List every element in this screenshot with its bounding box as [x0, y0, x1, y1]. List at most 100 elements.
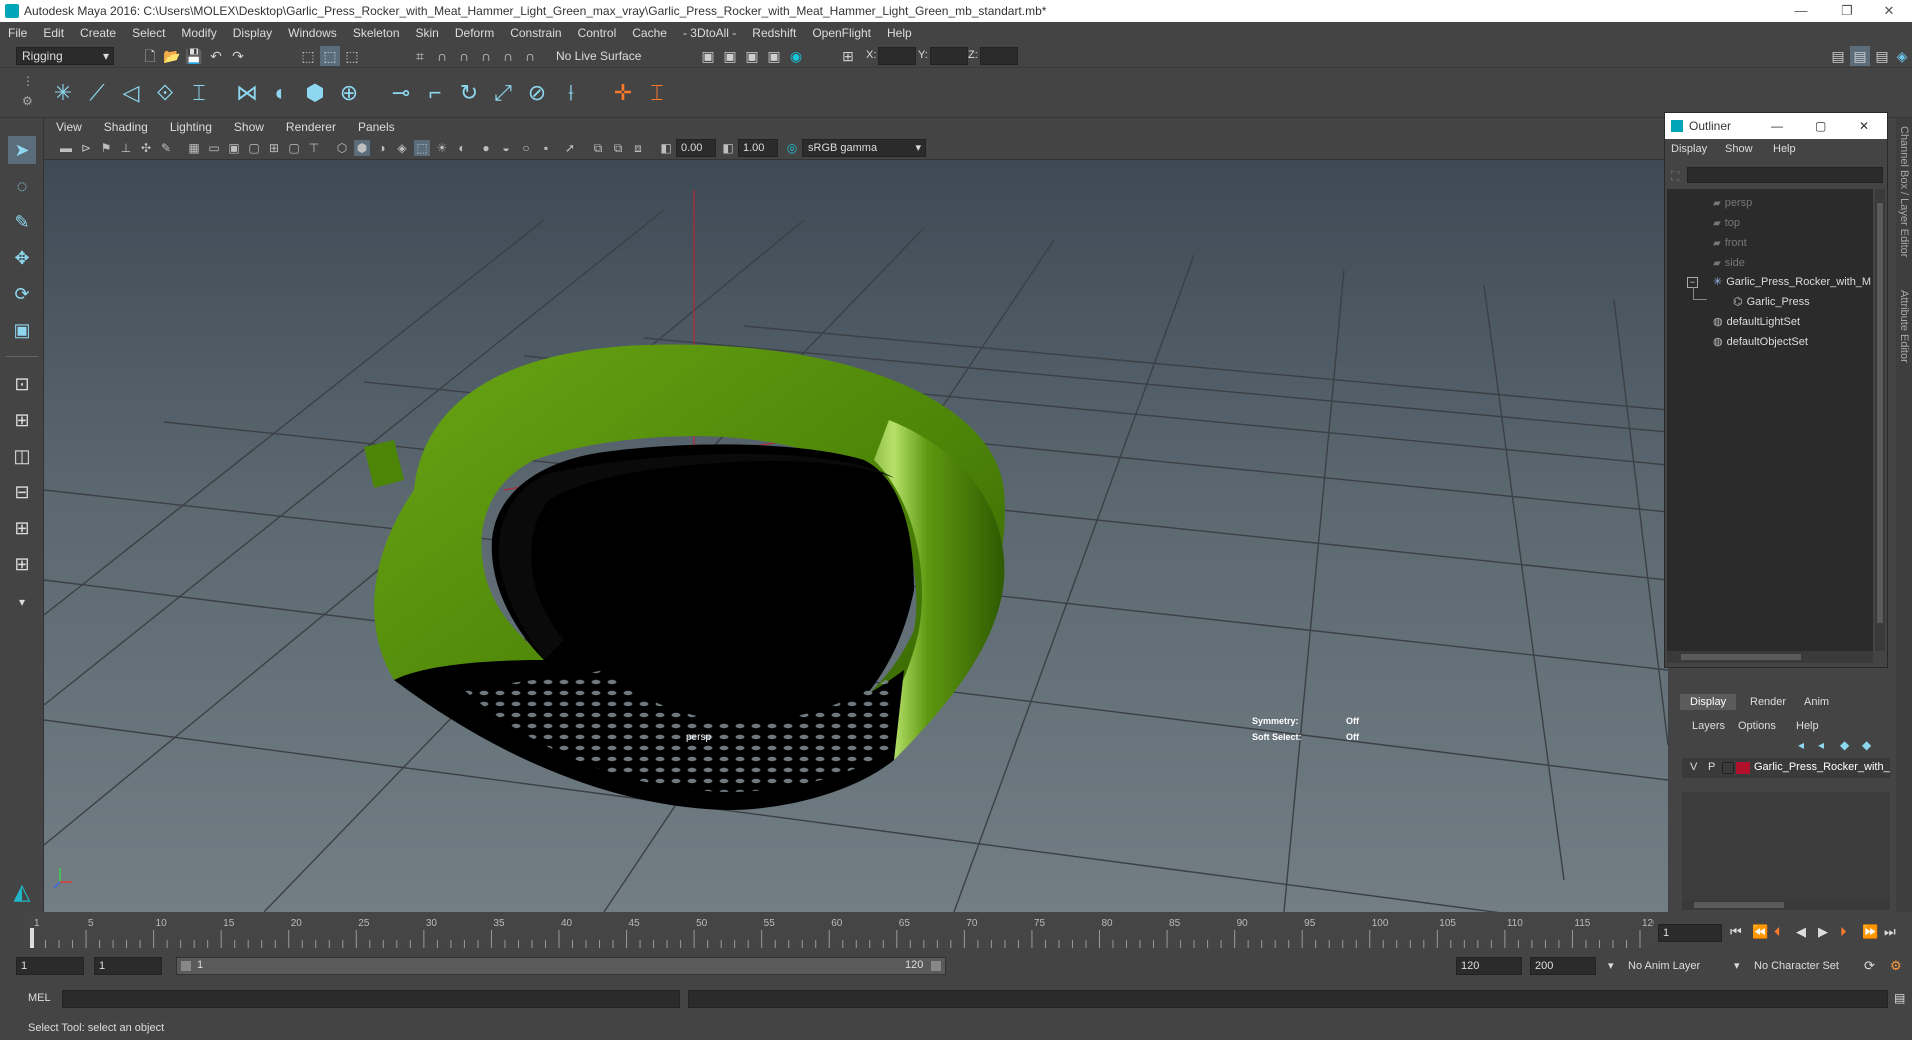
gate-mask-icon[interactable]: ▢: [246, 140, 262, 156]
snap-grid-icon[interactable]: ⌗: [410, 46, 430, 66]
outliner-item-mesh[interactable]: ⌬ Garlic_Press: [1733, 295, 1810, 308]
command-language-label[interactable]: MEL: [28, 992, 51, 1004]
hypershade-layout-icon[interactable]: ⊞: [8, 514, 36, 542]
snap-curve-icon[interactable]: ∩: [432, 46, 452, 66]
playback-end-field[interactable]: 120: [1456, 957, 1522, 975]
menu-windows[interactable]: Windows: [280, 22, 345, 44]
anti-aliasing-icon[interactable]: ○: [518, 140, 534, 156]
gamma-icon[interactable]: ◧: [720, 140, 736, 156]
depth-of-field-icon[interactable]: ▪: [538, 140, 554, 156]
menu-select[interactable]: Select: [124, 22, 173, 44]
menu-constrain[interactable]: Constrain: [502, 22, 569, 44]
parent-constraint-icon[interactable]: ⊸: [386, 78, 416, 108]
menu-edit[interactable]: Edit: [35, 22, 72, 44]
safe-title-icon[interactable]: ⊤: [306, 140, 322, 156]
script-editor-icon[interactable]: ▤: [1894, 991, 1905, 1005]
command-input[interactable]: [62, 990, 680, 1008]
range-slider[interactable]: 1 120: [176, 957, 946, 975]
scale-constraint-icon[interactable]: ⤢: [488, 78, 518, 108]
layer-type-toggle[interactable]: [1722, 762, 1734, 774]
panel-menu-renderer[interactable]: Renderer: [274, 118, 346, 136]
playback-start-field[interactable]: 1: [94, 957, 162, 975]
use-lights-icon[interactable]: ☀: [434, 140, 450, 156]
menu-modify[interactable]: Modify: [173, 22, 224, 44]
ipr-render-icon[interactable]: ▣: [742, 46, 762, 66]
animation-preferences-icon[interactable]: ⚙: [1890, 958, 1902, 974]
scale-tool-icon[interactable]: ▣: [8, 316, 36, 344]
smooth-bind-icon[interactable]: ◐: [266, 78, 296, 108]
outliner-menu-display[interactable]: Display: [1671, 143, 1707, 155]
outliner-item-persp[interactable]: ▰ persp: [1713, 197, 1752, 209]
layer-horizontal-scrollbar[interactable]: [1682, 900, 1890, 910]
use-default-material-icon[interactable]: ◈: [394, 140, 410, 156]
grease-pencil-icon[interactable]: ✎: [158, 140, 174, 156]
move-layer-up-icon[interactable]: ◂: [1798, 738, 1804, 752]
aim-constraint-icon[interactable]: ⊘: [522, 78, 552, 108]
motion-blur-icon[interactable]: ◒: [498, 140, 514, 156]
bookmark-icon[interactable]: ⚑: [98, 140, 114, 156]
channel-box-toggle-icon[interactable]: ▤: [1850, 46, 1870, 66]
outliner-item-objectset[interactable]: ◍ defaultObjectSet: [1713, 335, 1808, 348]
outliner-item-group[interactable]: ✳ Garlic_Press_Rocker_with_M: [1713, 275, 1871, 288]
lasso-tool-icon[interactable]: ◌: [8, 172, 36, 200]
single-perspective-layout-icon[interactable]: ⊡: [8, 370, 36, 398]
play-forwards-icon[interactable]: ▶: [1818, 924, 1828, 940]
bind-skin-icon[interactable]: ⋈: [232, 78, 262, 108]
point-constraint-icon[interactable]: ⌐: [420, 78, 450, 108]
mirror-joint-icon[interactable]: ⌶: [184, 78, 214, 108]
exposure-icon[interactable]: ◧: [658, 140, 674, 156]
menu-skeleton[interactable]: Skeleton: [345, 22, 408, 44]
resolution-gate-icon[interactable]: ▣: [226, 140, 242, 156]
outliner-horizontal-scrollbar[interactable]: [1667, 651, 1873, 663]
hypershade-icon[interactable]: ◉: [786, 46, 806, 66]
move-tool-icon[interactable]: ✥: [8, 244, 36, 272]
perspective-viewport[interactable]: persp Symmetry: Off Soft Select: Off: [44, 160, 1668, 912]
modeling-toolkit-icon[interactable]: ▤: [1828, 46, 1848, 66]
step-back-frame-icon[interactable]: ⏴: [1774, 924, 1781, 940]
locator-icon[interactable]: ✛: [608, 78, 638, 108]
screen-space-ao-icon[interactable]: ●: [478, 140, 494, 156]
pole-vector-icon[interactable]: ⟊: [556, 78, 586, 108]
live-surface-label[interactable]: No Live Surface: [556, 49, 641, 63]
select-object-icon[interactable]: ⬚: [320, 46, 340, 66]
play-backwards-icon[interactable]: ◀: [1796, 924, 1806, 940]
current-frame-field[interactable]: 1: [1658, 924, 1722, 942]
camera-attributes-icon[interactable]: ⊳: [78, 140, 94, 156]
xray-components-icon[interactable]: ⧈: [630, 140, 646, 156]
maya-home-icon[interactable]: ◭: [8, 878, 36, 906]
color-management-icon[interactable]: ◎: [784, 140, 800, 156]
gamma-field[interactable]: 1.00: [738, 139, 778, 157]
time-slider[interactable]: 1 5 10 15 20 25 30 35 40 45 50 55 60 65 70 75 80 85 90 95 10…: [24, 912, 1659, 948]
auto-key-icon[interactable]: ⟳: [1864, 958, 1875, 974]
outliner-close-button[interactable]: ✕: [1859, 113, 1869, 139]
outliner-item-top[interactable]: ▰ top: [1713, 217, 1740, 229]
paint-weights-icon[interactable]: ⬢: [300, 78, 330, 108]
two-d-pan-icon[interactable]: ✣: [138, 140, 154, 156]
move-layer-down-icon[interactable]: ◂: [1818, 738, 1824, 752]
image-plane-icon[interactable]: ⊥: [118, 140, 134, 156]
y-field[interactable]: [930, 47, 968, 65]
insert-joint-icon[interactable]: ⟐: [150, 78, 180, 108]
panel-menu-lighting[interactable]: Lighting: [158, 118, 222, 136]
smooth-shade-icon[interactable]: ⬢: [354, 140, 370, 156]
new-layer-icon[interactable]: ◆: [1840, 738, 1849, 752]
layer-visibility-toggle[interactable]: V: [1690, 761, 1697, 773]
tab-anim[interactable]: Anim: [1794, 694, 1839, 710]
step-forward-frame-icon[interactable]: ⏵: [1840, 924, 1847, 940]
field-chart-icon[interactable]: ⊞: [266, 140, 282, 156]
layer-menu-layers[interactable]: Layers: [1692, 720, 1725, 732]
shelf-menu-icon[interactable]: ⋮: [22, 74, 34, 88]
isolate-select-icon[interactable]: ➚: [562, 140, 578, 156]
animation-end-field[interactable]: 200: [1530, 957, 1596, 975]
layer-row[interactable]: V P Garlic_Press_Rocker_with_: [1682, 758, 1890, 778]
uv-layout-icon[interactable]: ⊞: [8, 550, 36, 578]
z-field[interactable]: [980, 47, 1018, 65]
wireframe-icon[interactable]: ⬡: [334, 140, 350, 156]
tab-render[interactable]: Render: [1740, 694, 1796, 710]
go-to-end-icon[interactable]: ⏭: [1884, 924, 1896, 940]
menu-create[interactable]: Create: [72, 22, 124, 44]
outliner-item-front[interactable]: ▰ front: [1713, 237, 1747, 249]
outliner-item-side[interactable]: ▰ side: [1713, 257, 1745, 269]
select-component-icon[interactable]: ⬚: [342, 46, 362, 66]
four-view-layout-icon[interactable]: ⊞: [8, 406, 36, 434]
